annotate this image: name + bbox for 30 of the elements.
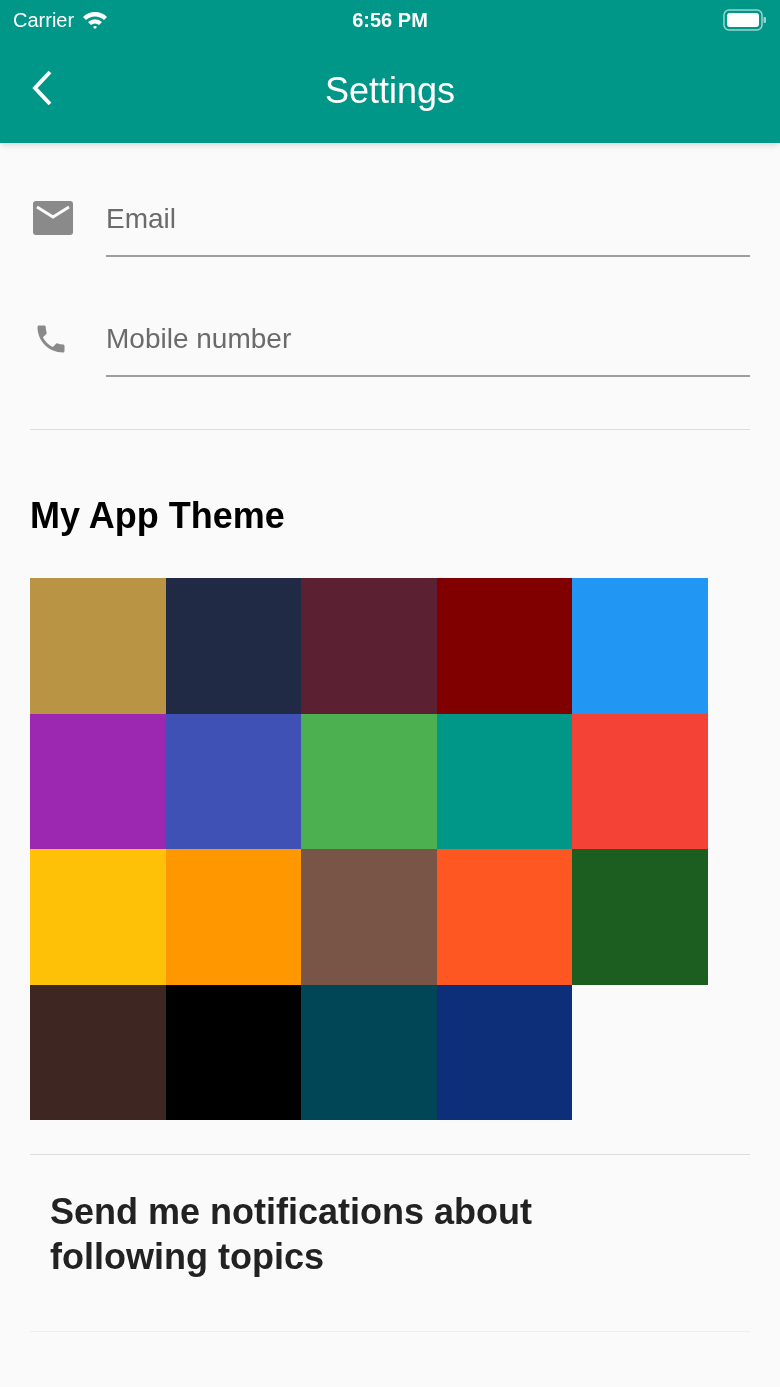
clock-label: 6:56 PM — [352, 8, 428, 33]
section-heading: My App Theme — [30, 494, 286, 538]
color-swatch[interactable] — [301, 578, 437, 714]
color-swatch[interactable] — [165, 713, 302, 849]
color-swatch[interactable] — [436, 849, 573, 985]
color-swatch[interactable] — [572, 849, 708, 985]
color-swatch[interactable] — [165, 984, 302, 1120]
mail-icon — [33, 201, 73, 235]
color-swatch[interactable] — [301, 849, 437, 985]
color-swatch[interactable] — [436, 984, 573, 1120]
wifi-icon — [82, 10, 109, 30]
color-swatch[interactable] — [30, 984, 166, 1120]
color-swatch[interactable] — [165, 849, 302, 985]
text-field[interactable]: Email — [106, 193, 750, 257]
text-field[interactable]: Mobile number — [106, 313, 750, 377]
color-swatch[interactable] — [572, 578, 708, 714]
color-swatch[interactable] — [301, 713, 437, 849]
carrier-label: Carrier — [13, 8, 75, 33]
color-swatch[interactable] — [30, 713, 166, 849]
battery-icon — [723, 9, 767, 31]
color-swatch[interactable] — [436, 713, 573, 849]
color-swatch[interactable] — [30, 578, 166, 714]
back-icon — [30, 69, 54, 107]
color-swatch[interactable] — [301, 984, 437, 1120]
page-title: Settings — [324, 68, 456, 113]
color-swatch[interactable] — [572, 713, 708, 849]
color-swatch[interactable] — [165, 578, 302, 714]
color-swatch[interactable] — [436, 578, 573, 714]
section-heading: Send me notifications about following topics — [49, 1190, 534, 1279]
color-swatch[interactable] — [30, 849, 166, 985]
